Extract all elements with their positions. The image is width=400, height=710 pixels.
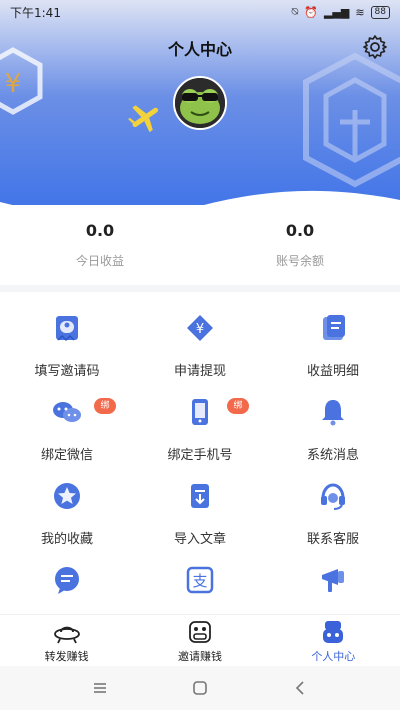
tab-label: 邀请赚钱 [177,650,222,663]
back-icon[interactable] [290,678,310,698]
tab-profile[interactable]: 个人中心 [267,615,400,666]
bottom-tab-bar: 转发赚钱 邀请赚钱 个人中心 [0,614,400,666]
menu-item-system-messages[interactable]: 系统消息 [266,394,400,478]
screen: ¥ 下午1:41 ⍉ ⏰ ▂▄▆ ≋ 88 个人中心 0.0 今日收益 0.0 … [0,0,400,710]
svg-text:¥: ¥ [5,69,22,99]
avatar-image [175,78,225,128]
account-balance-label: 账号余额 [275,254,324,268]
tab-invite-earn[interactable]: 邀请赚钱 [133,615,266,666]
menu-item-bind-phone[interactable]: 绑 绑定手机号 [133,394,267,478]
battery-icon: 88 [370,5,390,19]
tab-label: 个人中心 [311,650,356,663]
ufo-icon [53,626,80,644]
invite-code-icon [49,310,85,346]
menu-item-label: 收益明细 [306,364,359,379]
bell-icon [315,394,351,430]
menu-icon[interactable] [90,678,110,698]
menu-item-label: 填写邀请码 [34,364,100,379]
status-bar: 下午1:41 ⍉ ⏰ ▂▄▆ ≋ 88 [0,0,400,24]
menu-item-label: 系统消息 [306,448,359,463]
menu-item-customer-service[interactable]: 联系客服 [266,478,400,562]
avatar[interactable] [173,76,227,130]
withdraw-icon: ¥ [182,310,218,346]
status-icons: ⍉ ⏰ ▂▄▆ ≋ 88 [292,5,390,19]
income-detail-icon [315,310,351,346]
svg-text:¥: ¥ [196,322,204,337]
alipay-icon: 支 [182,562,218,598]
today-earnings-value: 0.0 [85,221,115,240]
feature-grid: 填写邀请码 ¥ 申请提现 收益明细 绑 绑定微信 绑 绑定手机号 系统消息 我的… [0,292,400,614]
menu-item-invite-code[interactable]: 填写邀请码 [0,310,134,394]
earnings-summary: 0.0 今日收益 0.0 账号余额 [0,205,400,285]
mute-icon: ⍉ [291,5,299,18]
account-balance-value: 0.0 [285,221,315,240]
menu-item-import-article[interactable]: 导入文章 [133,478,267,562]
page-title: 个人中心 [167,40,232,59]
menu-item-alipay[interactable]: 支 [133,562,267,614]
tab-label: 转发赚钱 [44,650,89,663]
signal-icon: ▂▄▆ [323,5,350,19]
menu-item-promotion[interactable] [266,562,400,614]
account-balance[interactable]: 0.0 账号余额 [200,205,400,285]
megaphone-icon [315,562,351,598]
cube-deco-icon [303,52,400,188]
tab-share-earn[interactable]: 转发赚钱 [0,615,133,666]
today-earnings[interactable]: 0.0 今日收益 [0,205,200,285]
bind-badge: 绑 [94,398,116,414]
invite-icon [189,621,211,643]
gear-icon[interactable] [362,34,388,60]
star-icon [49,478,85,514]
menu-item-label: 绑定手机号 [167,448,233,463]
menu-item-feedback[interactable] [0,562,134,614]
menu-item-label: 申请提现 [173,364,226,379]
wechat-icon [49,394,85,430]
robot-icon [323,621,344,643]
menu-item-income-detail[interactable]: 收益明细 [266,310,400,394]
airplane-icon [128,105,159,133]
menu-item-withdraw[interactable]: ¥ 申请提现 [133,310,267,394]
home-icon[interactable] [190,678,210,698]
menu-item-label: 绑定微信 [40,448,93,463]
system-nav-bar [0,666,400,710]
status-time: 下午1:41 [10,5,61,20]
menu-item-label: 我的收藏 [40,532,93,547]
menu-item-label: 导入文章 [173,532,226,547]
alarm-icon: ⏰ [304,5,318,19]
menu-item-favorites[interactable]: 我的收藏 [0,478,134,562]
bind-badge: 绑 [227,398,249,414]
menu-item-label: 联系客服 [306,532,359,547]
headset-icon [315,478,351,514]
wifi-icon: ≋ [355,5,365,19]
svg-text:支: 支 [192,572,207,590]
phone-icon [182,394,218,430]
import-article-icon [182,478,218,514]
feedback-icon [49,562,85,598]
menu-item-bind-wechat[interactable]: 绑 绑定微信 [0,394,134,478]
today-earnings-label: 今日收益 [75,254,124,268]
